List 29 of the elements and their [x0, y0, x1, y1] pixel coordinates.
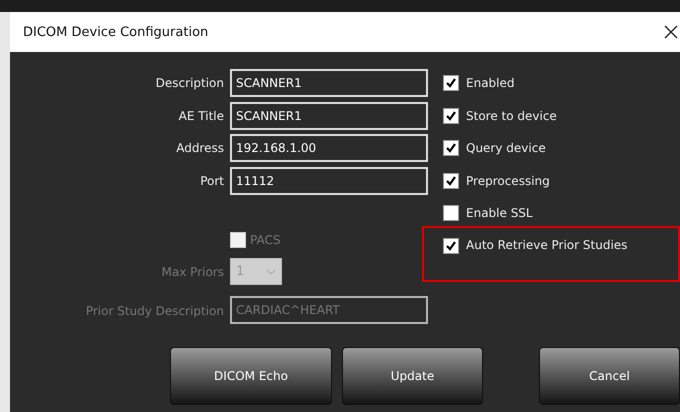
checkbox-label: Enable SSL [466, 206, 533, 220]
checkbox-label: PACS [250, 233, 280, 247]
action-button[interactable]: Cancel [539, 347, 680, 405]
field-label: Address [175, 141, 224, 156]
input-field[interactable]: 192.168.1.00 [230, 134, 428, 162]
checkbox[interactable] [443, 205, 459, 222]
field-label: Port [199, 174, 224, 188]
checkbox-label: Auto Retrieve Prior Studies [466, 238, 628, 252]
field-label: Prior Study Description [84, 304, 224, 318]
checkbox-label: Query device [466, 141, 546, 156]
window-title: DICOM Device Configuration [23, 24, 208, 40]
action-button[interactable]: Update [342, 347, 483, 405]
field-label: AE Title [178, 108, 224, 123]
chevron-down-icon [266, 268, 276, 274]
checkbox-label: Enabled [466, 76, 514, 90]
input-field[interactable]: SCANNER1 [230, 69, 428, 97]
action-button[interactable]: DICOM Echo [170, 347, 332, 405]
checkbox-label: Store to device [466, 108, 557, 123]
checkbox[interactable] [443, 75, 459, 92]
field-label: Max Priors [160, 264, 224, 278]
checkbox[interactable] [443, 140, 459, 156]
input-field[interactable]: SCANNER1 [230, 102, 428, 130]
input-field[interactable]: 11112 [230, 166, 428, 194]
close-icon[interactable] [664, 25, 678, 39]
checkbox[interactable] [443, 238, 459, 254]
checkbox-label: Preprocessing [466, 174, 550, 188]
checkbox[interactable] [443, 108, 459, 124]
checkbox[interactable] [443, 172, 459, 189]
field-label: Description [154, 76, 224, 90]
